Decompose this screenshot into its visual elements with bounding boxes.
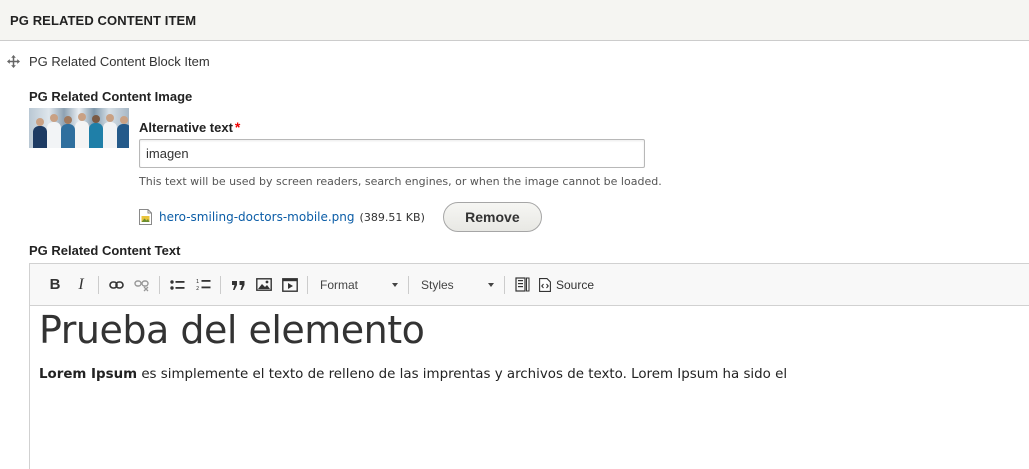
- paragraph-text: es simplemente el texto de relleno de la…: [137, 367, 788, 382]
- source-icon: [539, 277, 551, 292]
- bulleted-list-icon[interactable]: [164, 272, 190, 298]
- chevron-down-icon: [392, 282, 398, 287]
- image-thumbnail: [29, 108, 129, 148]
- file-row: hero-smiling-doctors-mobile.png (389.51 …: [139, 202, 542, 232]
- section-title: PG RELATED CONTENT ITEM: [10, 12, 197, 28]
- block-item-row: PG Related Content Block Item: [6, 51, 210, 71]
- media-embed-icon[interactable]: [277, 272, 303, 298]
- rich-text-editor: B I 12 Format Styles Source Prueba del e…: [29, 263, 1029, 469]
- file-link[interactable]: hero-smiling-doctors-mobile.png: [159, 210, 355, 224]
- alt-text-input[interactable]: imagen: [139, 139, 645, 168]
- toolbar-separator: [159, 275, 160, 294]
- toolbar-separator: [220, 275, 221, 294]
- content-paragraph: Lorem Ipsum es simplemente el texto de r…: [39, 367, 1029, 382]
- unlink-icon[interactable]: [129, 272, 155, 298]
- format-dropdown[interactable]: Format: [312, 272, 404, 298]
- source-label: Source: [556, 277, 595, 292]
- alt-text-help: This text will be used by screen readers…: [139, 175, 662, 188]
- format-dropdown-label: Format: [320, 277, 359, 292]
- alt-text-value: imagen: [146, 146, 189, 161]
- italic-button[interactable]: I: [68, 272, 94, 298]
- required-mark: *: [234, 119, 241, 135]
- link-icon[interactable]: [103, 272, 129, 298]
- styles-dropdown[interactable]: Styles: [413, 272, 500, 298]
- alt-text-label: Alternative text *: [139, 119, 240, 135]
- paragraph-bold-text: Lorem Ipsum: [39, 367, 138, 382]
- svg-text:2: 2: [196, 286, 199, 291]
- blockquote-icon[interactable]: [225, 272, 251, 298]
- section-header: PG RELATED CONTENT ITEM: [0, 0, 1029, 41]
- image-file-icon: [139, 209, 152, 225]
- toolbar-separator: [307, 275, 308, 294]
- text-field-label: PG Related Content Text: [29, 243, 181, 258]
- content-heading: Prueba del elemento: [39, 308, 425, 352]
- toolbar-separator: [504, 275, 505, 294]
- image-icon[interactable]: [251, 272, 277, 298]
- editor-content[interactable]: Prueba del elemento Lorem Ipsum es simpl…: [30, 306, 1029, 384]
- file-size: (389.51 KB): [359, 210, 425, 224]
- styles-dropdown-label: Styles: [421, 277, 454, 292]
- bold-button[interactable]: B: [42, 272, 68, 298]
- toolbar-separator: [98, 275, 99, 294]
- toolbar-separator: [408, 275, 409, 294]
- block-item-label: PG Related Content Block Item: [29, 53, 210, 69]
- show-blocks-icon[interactable]: [509, 272, 535, 298]
- editor-toolbar: B I 12 Format Styles Source: [30, 264, 1029, 306]
- image-field-label: PG Related Content Image: [29, 89, 193, 104]
- alt-text-label-text: Alternative text: [139, 120, 233, 135]
- chevron-down-icon: [488, 282, 494, 287]
- move-icon[interactable]: [6, 54, 21, 69]
- remove-button[interactable]: Remove: [442, 202, 542, 232]
- numbered-list-icon[interactable]: 12: [190, 272, 216, 298]
- source-button[interactable]: Source: [535, 272, 598, 298]
- svg-text:1: 1: [196, 279, 199, 285]
